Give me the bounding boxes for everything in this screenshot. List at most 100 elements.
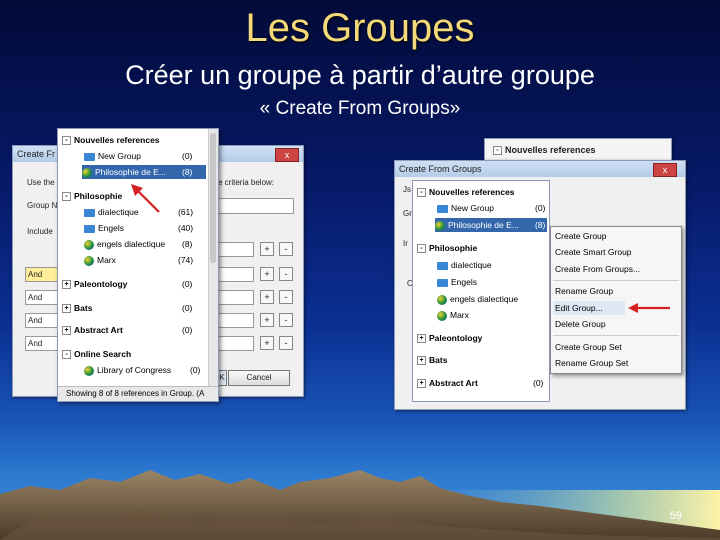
smart-group-icon bbox=[435, 220, 445, 231]
remove-criteria-button[interactable]: - bbox=[279, 290, 293, 304]
menu-item-rename-group[interactable]: Rename Group bbox=[555, 284, 613, 298]
tree-item-label: Bats bbox=[429, 355, 448, 365]
tree-item-count: (8) bbox=[182, 167, 193, 177]
collapse-icon[interactable]: - bbox=[62, 136, 71, 146]
add-criteria-button[interactable]: + bbox=[260, 267, 274, 281]
op-select-4[interactable]: And bbox=[25, 336, 61, 351]
value-select-5[interactable] bbox=[218, 336, 254, 351]
remove-criteria-button[interactable]: - bbox=[279, 242, 293, 256]
tree-item-philosophie[interactable]: - Philosophie bbox=[62, 189, 122, 203]
op-select-1[interactable]: And bbox=[25, 267, 61, 282]
add-criteria-button[interactable]: + bbox=[260, 313, 274, 327]
tree-item-label: Marx bbox=[97, 255, 116, 265]
tree-item-label: Abstract Art bbox=[74, 325, 123, 335]
tree-item-philosophie[interactable]: - Philosophie bbox=[417, 241, 477, 255]
close-button[interactable]: x bbox=[653, 163, 677, 177]
tree-item-abstract-art[interactable]: + Abstract Art (0) bbox=[417, 376, 547, 390]
menu-item-create-smart-group[interactable]: Create Smart Group bbox=[555, 245, 632, 259]
tree-item-count: (0) bbox=[182, 279, 193, 289]
expand-icon[interactable]: + bbox=[62, 280, 71, 290]
menu-separator bbox=[553, 280, 679, 281]
value-select-3[interactable] bbox=[218, 290, 254, 305]
value-select-4[interactable] bbox=[218, 313, 254, 328]
tree-item-count: (0) bbox=[535, 203, 546, 213]
slide-title: Les Groupes bbox=[245, 6, 475, 50]
op-select-2[interactable]: And bbox=[25, 290, 61, 305]
tree-item-bats[interactable]: + Bats bbox=[417, 353, 447, 367]
tree-item-label: Philosophie bbox=[429, 243, 478, 253]
mountain-landscape bbox=[0, 470, 720, 540]
tree-item-label: Engels bbox=[451, 277, 477, 287]
tree-item-count: (61) bbox=[178, 207, 194, 217]
tree-item-nouvelles-references[interactable]: - Nouvelles references bbox=[62, 133, 160, 147]
tree-item-label: Bats bbox=[74, 303, 93, 313]
collapse-icon[interactable]: - bbox=[62, 350, 71, 360]
tree-item-philosophie-de-e[interactable]: Philosophie de E... (8) bbox=[82, 165, 206, 179]
tree-item-marx[interactable]: Marx bbox=[437, 308, 469, 322]
menu-item-create-group-set[interactable]: Create Group Set bbox=[555, 340, 622, 354]
expand-icon[interactable]: + bbox=[417, 356, 426, 366]
close-button[interactable]: x bbox=[275, 148, 299, 162]
remove-criteria-button[interactable]: - bbox=[279, 313, 293, 327]
expand-icon[interactable]: + bbox=[417, 379, 426, 389]
tree-item-paleontology[interactable]: + Paleontology bbox=[417, 331, 482, 345]
tree-item-label: Philosophie de E... bbox=[448, 220, 519, 230]
tree-item-dialectique[interactable]: dialectique bbox=[437, 258, 492, 272]
remove-criteria-button[interactable]: - bbox=[279, 336, 293, 350]
menu-separator bbox=[553, 335, 679, 336]
add-criteria-button[interactable]: + bbox=[260, 290, 274, 304]
add-criteria-button[interactable]: + bbox=[260, 242, 274, 256]
menu-item-create-from-groups[interactable]: Create From Groups... bbox=[555, 262, 640, 276]
tree-item-new-group[interactable]: New Group (0) bbox=[84, 149, 206, 163]
tree-item-count: (40) bbox=[178, 223, 194, 233]
tree-item-engels-dialectique[interactable]: engels dialectique bbox=[437, 292, 518, 306]
folder-icon bbox=[84, 224, 95, 233]
tree-item-new-group[interactable]: New Group (0) bbox=[437, 201, 545, 215]
collapse-icon[interactable]: - bbox=[62, 192, 71, 202]
menu-item-edit-group[interactable]: Edit Group... bbox=[553, 301, 625, 315]
value-select-2[interactable] bbox=[218, 267, 254, 282]
expand-icon[interactable]: + bbox=[417, 334, 426, 344]
collapse-icon[interactable]: - bbox=[417, 188, 426, 198]
dialog-title: Create From Groups bbox=[395, 161, 685, 177]
remove-criteria-button[interactable]: - bbox=[279, 267, 293, 281]
tree-item-marx[interactable]: Marx (74) bbox=[84, 253, 206, 267]
tree-item-online-search[interactable]: - Online Search bbox=[62, 347, 131, 361]
tree-item-nouvelles-references[interactable]: - Nouvelles references bbox=[417, 185, 515, 199]
collapse-icon[interactable]: - bbox=[417, 244, 426, 254]
groups-tree-right: - Nouvelles references New Group (0) Phil… bbox=[412, 180, 550, 402]
tree-item-label: Library of Congress bbox=[97, 365, 172, 375]
slide-subtitle: Créer un groupe à partir d’autre groupe bbox=[125, 60, 595, 90]
menu-item-delete-group[interactable]: Delete Group bbox=[555, 317, 606, 331]
menu-item-create-group[interactable]: Create Group bbox=[555, 229, 607, 243]
tree-item-engels[interactable]: Engels (40) bbox=[84, 221, 206, 235]
label-include: Ir bbox=[403, 239, 408, 248]
tree-item-label: Online Search bbox=[74, 349, 132, 359]
menu-item-rename-group-set[interactable]: Rename Group Set bbox=[555, 356, 628, 370]
expand-icon[interactable]: + bbox=[62, 304, 71, 314]
tree-item-label: Engels bbox=[98, 223, 124, 233]
tree-item-label: Philosophie de E... bbox=[95, 167, 166, 177]
folder-icon bbox=[437, 278, 448, 287]
status-bar: Showing 8 of 8 references in Group. (A bbox=[58, 386, 218, 401]
folder-icon bbox=[84, 152, 95, 161]
tree-item-abstract-art[interactable]: + Abstract Art (0) bbox=[62, 323, 206, 337]
tree-item-engels-dialectique[interactable]: engels dialectique (8) bbox=[84, 237, 206, 251]
slide-subtitle-2: « Create From Groups» bbox=[259, 98, 461, 119]
cancel-button[interactable]: Cancel bbox=[228, 370, 290, 386]
tree-item-engels[interactable]: Engels bbox=[437, 275, 477, 289]
value-select-1[interactable] bbox=[218, 242, 254, 257]
tree-scrollbar[interactable] bbox=[208, 129, 218, 387]
tree-item-label: Nouvelles references bbox=[74, 135, 160, 145]
add-criteria-button[interactable]: + bbox=[260, 336, 274, 350]
tree-item-paleontology[interactable]: + Paleontology (0) bbox=[62, 277, 206, 291]
tree-item-library-of-congress[interactable]: Library of Congress (0) bbox=[84, 363, 206, 377]
expand-icon[interactable]: + bbox=[62, 326, 71, 336]
tree-item-philosophie-de-e[interactable]: Philosophie de E... (8) bbox=[435, 218, 547, 232]
page-number: 59 bbox=[669, 510, 682, 522]
group-name-field[interactable] bbox=[218, 198, 294, 214]
tree-item-label: Paleontology bbox=[74, 279, 128, 289]
tree-item-bats[interactable]: + Bats (0) bbox=[62, 301, 206, 315]
globe-icon bbox=[84, 365, 94, 376]
op-select-3[interactable]: And bbox=[25, 313, 61, 328]
